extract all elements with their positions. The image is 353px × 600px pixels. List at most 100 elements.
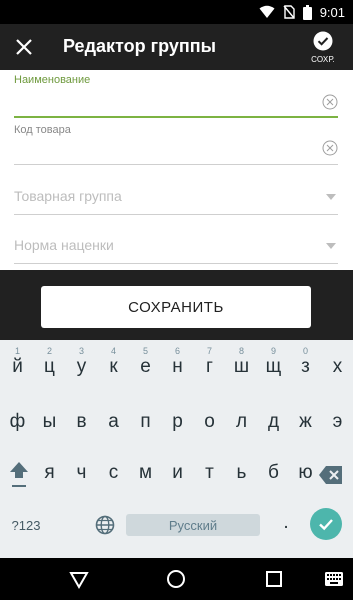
back-icon[interactable]: [68, 568, 90, 590]
key[interactable]: 3у: [65, 342, 98, 382]
key-char: м: [138, 462, 153, 483]
key-hint: 8: [238, 346, 244, 356]
app-bar: Редактор группы СОХР.: [0, 24, 353, 70]
save-action-label: СОХР.: [311, 55, 335, 64]
key[interactable]: х: [321, 342, 353, 382]
key-char: е: [140, 356, 151, 377]
keyboard-switch-icon[interactable]: [325, 572, 343, 586]
key[interactable]: м: [129, 453, 162, 493]
key[interactable]: п: [129, 402, 162, 442]
nav-bar: [0, 558, 353, 600]
key[interactable]: 6н: [161, 342, 194, 382]
save-area: СОХРАНИТЬ: [0, 270, 353, 340]
key[interactable]: и: [161, 453, 194, 493]
no-sim-icon: [283, 5, 295, 19]
key-char: д: [267, 411, 280, 432]
key-char: э: [332, 411, 343, 432]
key[interactable]: т: [193, 453, 226, 493]
clear-code-icon[interactable]: [322, 140, 338, 156]
chevron-down-icon: [326, 194, 336, 200]
save-button[interactable]: СОХРАНИТЬ: [41, 286, 311, 328]
key-hint: 0: [302, 346, 308, 356]
markup-norm-select[interactable]: Норма наценки: [14, 233, 338, 269]
markup-norm-underline: [14, 263, 338, 264]
name-field[interactable]: Наименование: [14, 74, 338, 120]
home-icon[interactable]: [165, 568, 187, 590]
key[interactable]: б: [257, 453, 290, 493]
key-char: ы: [42, 411, 57, 432]
shift-key[interactable]: [6, 458, 32, 494]
key[interactable]: ф: [1, 402, 34, 442]
key-hint: 1: [14, 346, 20, 356]
key[interactable]: 8ш: [225, 342, 258, 382]
key[interactable]: э: [321, 402, 353, 442]
chevron-down-icon: [326, 243, 336, 249]
space-bar[interactable]: Русский: [126, 514, 260, 536]
status-bar: 9:01: [0, 0, 353, 24]
code-field-label: Код товара: [14, 124, 71, 136]
key-hint: 6: [174, 346, 180, 356]
key[interactable]: 5е: [129, 342, 162, 382]
key-char: н: [172, 356, 183, 377]
key[interactable]: 4к: [97, 342, 130, 382]
key-char: х: [332, 356, 343, 377]
status-time: 9:01: [319, 4, 345, 20]
key[interactable]: 2ц: [33, 342, 66, 382]
key-char: к: [109, 356, 118, 377]
product-group-select[interactable]: Товарная группа: [14, 184, 338, 220]
period-key[interactable]: .: [278, 508, 294, 538]
key-char: й: [12, 356, 23, 377]
symbols-key[interactable]: ?123: [6, 510, 46, 540]
key[interactable]: р: [161, 402, 194, 442]
key-hint: 5: [142, 346, 148, 356]
key-char: и: [172, 462, 183, 483]
close-icon: [16, 39, 32, 55]
soft-keyboard: ?123 Русский . 1й2ц3у4к5е6н7г8ш9щ0зхфыва…: [0, 340, 353, 558]
key[interactable]: 1й: [1, 342, 34, 382]
recents-icon[interactable]: [263, 568, 285, 590]
key[interactable]: ю: [289, 453, 322, 493]
key[interactable]: д: [257, 402, 290, 442]
key-char: г: [206, 356, 213, 377]
key-char: с: [108, 462, 119, 483]
key-char: з: [301, 356, 310, 377]
key-hint: 7: [206, 346, 212, 356]
name-field-label: Наименование: [14, 74, 91, 86]
key[interactable]: 9щ: [257, 342, 290, 382]
status-icons: 9:01: [259, 3, 345, 21]
key-char: у: [76, 356, 87, 377]
key[interactable]: а: [97, 402, 130, 442]
key[interactable]: о: [193, 402, 226, 442]
key-char: я: [44, 462, 55, 483]
key[interactable]: в: [65, 402, 98, 442]
close-button[interactable]: [10, 33, 38, 61]
key[interactable]: я: [33, 453, 66, 493]
save-action-button[interactable]: СОХР.: [311, 29, 339, 69]
enter-key[interactable]: [310, 508, 342, 540]
key-char: ч: [76, 462, 87, 483]
key-char: ю: [298, 462, 313, 483]
key-char: п: [140, 411, 151, 432]
key-char: ж: [299, 411, 312, 432]
key[interactable]: ы: [33, 402, 66, 442]
code-field[interactable]: Код товара: [14, 124, 338, 168]
key[interactable]: л: [225, 402, 258, 442]
key[interactable]: ч: [65, 453, 98, 493]
key-hint: 9: [270, 346, 276, 356]
key-char: щ: [265, 356, 282, 377]
product-group-underline: [14, 214, 338, 215]
clear-name-icon[interactable]: [322, 94, 338, 110]
key[interactable]: с: [97, 453, 130, 493]
key-char: р: [172, 411, 183, 432]
key[interactable]: 7г: [193, 342, 226, 382]
page-title: Редактор группы: [63, 36, 216, 56]
key[interactable]: ж: [289, 402, 322, 442]
key-hint: 2: [46, 346, 52, 356]
key[interactable]: 0з: [289, 342, 322, 382]
check-icon: [319, 519, 333, 531]
key[interactable]: ь: [225, 453, 258, 493]
wifi-icon: [259, 5, 275, 18]
key-char: о: [204, 411, 215, 432]
check-circle-icon: [313, 31, 333, 51]
language-switch-key[interactable]: [94, 514, 116, 536]
